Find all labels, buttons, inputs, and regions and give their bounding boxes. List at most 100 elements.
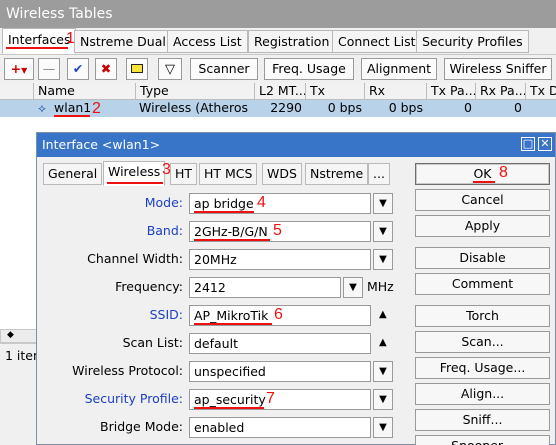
column-header-rx[interactable]: Rx <box>365 83 427 100</box>
scan-list-input[interactable]: default <box>189 333 371 354</box>
column-header-tx-packets[interactable]: Tx Pa... <box>427 83 476 100</box>
annotation-underline <box>473 181 495 183</box>
comment-button[interactable]: Comment <box>415 273 550 295</box>
tab-more[interactable]: ... <box>368 163 390 185</box>
dropdown-arrow-icon: ▼ <box>379 226 387 237</box>
bridge-mode-dropdown[interactable]: ▼ <box>373 417 393 438</box>
tab-access-list[interactable]: Access List <box>167 30 248 53</box>
column-header-tx[interactable]: Tx <box>306 83 365 100</box>
dropdown-arrow-icon: ▼ <box>379 394 387 405</box>
annotation-6: 6 <box>274 306 283 323</box>
column-header-icon <box>0 83 34 100</box>
annotation-underline <box>54 115 90 117</box>
frequency-select[interactable]: 2412 <box>189 277 341 298</box>
disable-button[interactable]: ✖ <box>95 58 117 80</box>
annotation-1: 1 <box>66 30 75 47</box>
channel-width-label: Channel Width: <box>87 251 183 266</box>
scan-button[interactable]: Scan... <box>415 331 550 353</box>
close-icon: ✕ <box>540 137 550 150</box>
annotation-8: 8 <box>499 164 508 181</box>
row-type: Wireless (Atheros <box>139 100 249 115</box>
annotation-underline <box>6 47 68 49</box>
scan-list-label: Scan List: <box>122 335 183 350</box>
check-icon: ✔ <box>72 61 84 76</box>
annotation-underline <box>194 323 272 325</box>
collapse-icon[interactable]: ▲ <box>379 333 387 353</box>
snooper-button[interactable]: Snooper... <box>415 435 550 445</box>
annotation-underline <box>107 182 163 184</box>
annotation-5: 5 <box>273 222 282 239</box>
row-tx-packets: 0 <box>464 100 472 115</box>
funnel-icon: ▽ <box>165 62 175 77</box>
security-profile-label: Security Profile: <box>84 391 183 406</box>
row-rx: 0 bps <box>388 100 423 115</box>
cancel-button[interactable]: Cancel <box>415 189 550 211</box>
wireless-protocol-dropdown[interactable]: ▼ <box>373 361 393 382</box>
bridge-mode-label: Bridge Mode: <box>100 419 183 434</box>
apply-button[interactable]: Apply <box>415 215 550 237</box>
mode-dropdown[interactable]: ▼ <box>373 193 393 214</box>
freq-usage-button[interactable]: Freq. Usage... <box>415 357 550 379</box>
tab-wds[interactable]: WDS <box>262 163 302 185</box>
tab-connect-list[interactable]: Connect List <box>332 30 422 53</box>
tab-registration[interactable]: Registration <box>248 30 336 53</box>
filter-button[interactable]: ▽ <box>158 58 182 80</box>
scanner-button[interactable]: Scanner <box>190 58 258 80</box>
band-dropdown[interactable]: ▼ <box>373 221 393 242</box>
channel-width-select[interactable]: 20MHz <box>189 249 371 270</box>
tab-general[interactable]: General <box>43 163 103 185</box>
cross-icon: ✖ <box>100 61 112 76</box>
column-header-tx-drops[interactable]: Tx D <box>526 83 556 100</box>
frequency-dropdown[interactable]: ▼ <box>343 277 363 298</box>
interface-dialog: Interface <wlan1> □ ✕ General Wireless H… <box>36 132 556 445</box>
horizontal-scrollbar[interactable]: ◆ <box>0 329 40 343</box>
add-button[interactable]: +▼ <box>4 58 34 80</box>
row-l2mtu: 2290 <box>270 100 302 115</box>
window-title: Wireless Tables <box>0 0 556 28</box>
annotation-7: 7 <box>266 390 275 407</box>
disable-button[interactable]: Disable <box>415 247 550 269</box>
dropdown-arrow-icon: ▼ <box>379 366 387 377</box>
scroll-left-icon: ◆ <box>7 330 14 340</box>
wireless-protocol-select[interactable]: unspecified <box>189 361 371 382</box>
chevron-down-icon: ▼ <box>21 66 28 75</box>
security-profile-dropdown[interactable]: ▼ <box>373 389 393 410</box>
column-header-type[interactable]: Type <box>136 83 255 100</box>
dropdown-arrow-icon: ▼ <box>379 254 387 265</box>
freq-usage-button[interactable]: Freq. Usage <box>264 58 354 80</box>
annotation-2: 2 <box>92 100 101 117</box>
frequency-label: Frequency: <box>115 279 183 294</box>
dropdown-arrow-icon: ▼ <box>379 422 387 433</box>
tab-ht-mcs[interactable]: HT MCS <box>199 163 258 185</box>
alignment-button[interactable]: Alignment <box>361 58 437 80</box>
band-label: Band: <box>146 223 183 238</box>
dropdown-arrow-icon: ▼ <box>349 282 357 293</box>
plus-icon: + <box>10 61 22 76</box>
align-button[interactable]: Align... <box>415 383 550 405</box>
wireless-sniffer-button[interactable]: Wireless Sniffer <box>444 58 552 80</box>
column-header-rx-packets[interactable]: Rx Pa... <box>476 83 526 100</box>
maximize-button[interactable]: □ <box>521 137 535 151</box>
mode-label: Mode: <box>144 195 183 210</box>
column-header-l2mtu[interactable]: L2 MT... <box>255 83 306 100</box>
tab-ht[interactable]: HT <box>170 163 198 185</box>
enable-button[interactable]: ✔ <box>67 58 89 80</box>
tab-nstreme[interactable]: Nstreme <box>305 163 369 185</box>
remove-button[interactable]: — <box>38 58 60 80</box>
channel-width-dropdown[interactable]: ▼ <box>373 249 393 270</box>
collapse-icon[interactable]: ▲ <box>379 305 387 325</box>
close-button[interactable]: ✕ <box>538 137 552 151</box>
bridge-mode-select[interactable]: enabled <box>189 417 371 438</box>
tab-nstreme-dual[interactable]: Nstreme Dual <box>74 30 172 53</box>
sniff-button[interactable]: Sniff... <box>415 409 550 431</box>
torch-button[interactable]: Torch <box>415 305 550 327</box>
row-tx: 0 bps <box>327 100 362 115</box>
dropdown-arrow-icon: ▼ <box>379 198 387 209</box>
status-bar: 1 item <box>0 343 45 367</box>
maximize-icon: □ <box>522 137 534 150</box>
annotation-underline <box>194 239 270 241</box>
comment-button[interactable] <box>126 58 148 80</box>
minus-icon: — <box>42 61 56 76</box>
column-header-name[interactable]: Name <box>34 83 136 100</box>
tab-security-profiles[interactable]: Security Profiles <box>416 30 529 53</box>
